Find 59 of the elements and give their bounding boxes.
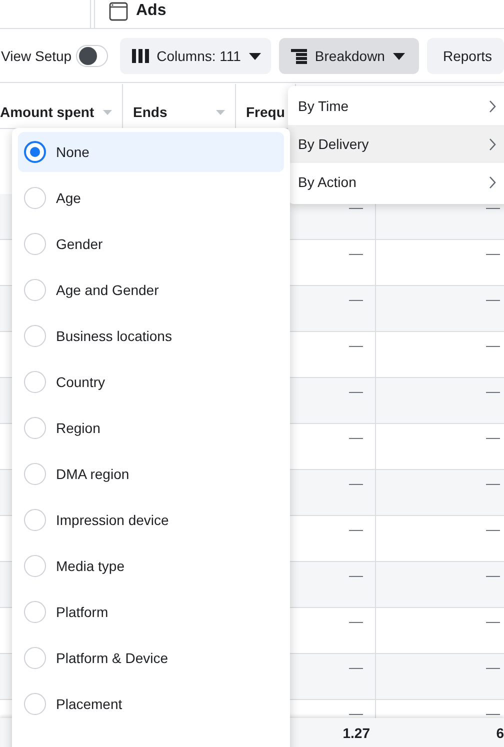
radio-option[interactable]: Platform: [18, 592, 284, 632]
reports-button[interactable]: Reports: [426, 38, 504, 74]
menu-item[interactable]: By Time: [288, 87, 504, 125]
page-title: Ads: [136, 2, 166, 20]
table-cell: —: [375, 470, 504, 515]
breakdown-icon: [290, 48, 307, 64]
radio-option[interactable]: Country: [18, 362, 284, 402]
radio-option[interactable]: Gender: [18, 224, 284, 264]
radio-option[interactable]: DMA region: [18, 454, 284, 494]
table-cell-text: —: [348, 566, 364, 585]
sort-caret-icon[interactable]: [216, 110, 225, 114]
table-cell: —: [375, 378, 504, 423]
radio-button[interactable]: [24, 141, 46, 163]
menu-item[interactable]: By Delivery: [288, 125, 504, 163]
table-cell-text: —: [348, 704, 364, 723]
table-cell: —: [375, 286, 504, 331]
radio-option[interactable]: Placement: [18, 684, 284, 724]
table-cell: —: [375, 608, 504, 653]
table-cell: —: [375, 332, 504, 377]
table-cell-text: —: [348, 290, 364, 309]
columns-button[interactable]: Columns: 111: [120, 38, 271, 74]
chevron-right-icon: [489, 100, 496, 112]
caret-icon: [392, 52, 405, 60]
table-cell: —: [375, 516, 504, 561]
radio-option[interactable]: Impression device: [18, 500, 284, 540]
radio-option[interactable]: Age and Gender: [18, 270, 284, 310]
column-header[interactable]: Amount spent: [0, 104, 94, 120]
column-header[interactable]: Ends: [133, 104, 168, 120]
view-setup-toggle[interactable]: [76, 45, 108, 67]
table-cell-text: —: [348, 198, 364, 217]
breakdown-button[interactable]: Breakdown: [278, 38, 419, 74]
table-cell-text: —: [348, 658, 364, 677]
table-cell-text: —: [348, 520, 364, 539]
table-cell: —: [375, 240, 504, 285]
view-setup-label: View Setup: [1, 48, 72, 64]
column-header[interactable]: Frequ: [246, 104, 285, 120]
radio-option[interactable]: Business locations: [18, 316, 284, 356]
table-cell-text: —: [348, 474, 364, 493]
table-cell-text: —: [348, 612, 364, 631]
table-cell-text: —: [348, 382, 364, 401]
radio-option[interactable]: Media type: [18, 546, 284, 586]
table-cell: —: [375, 562, 504, 607]
radio-option[interactable]: Region: [18, 408, 284, 448]
total-cell: 6: [496, 725, 504, 741]
radio-option[interactable]: Platform & Device: [18, 638, 284, 678]
radio-option[interactable]: Age: [18, 178, 284, 218]
window-icon: [109, 2, 128, 20]
table-cell: —: [375, 424, 504, 469]
columns-icon: [132, 49, 149, 63]
table-cell-text: —: [348, 428, 364, 447]
table-cell-text: —: [348, 244, 364, 263]
sort-caret-icon[interactable]: [103, 110, 112, 114]
table-cell-text: —: [348, 336, 364, 355]
chevron-right-icon: [489, 176, 496, 188]
total-cell-text: 1.27: [342, 724, 371, 743]
chevron-right-icon: [489, 138, 496, 150]
radio-option[interactable]: None: [18, 132, 284, 172]
caret-icon: [248, 52, 261, 60]
table-cell: —: [375, 654, 504, 699]
